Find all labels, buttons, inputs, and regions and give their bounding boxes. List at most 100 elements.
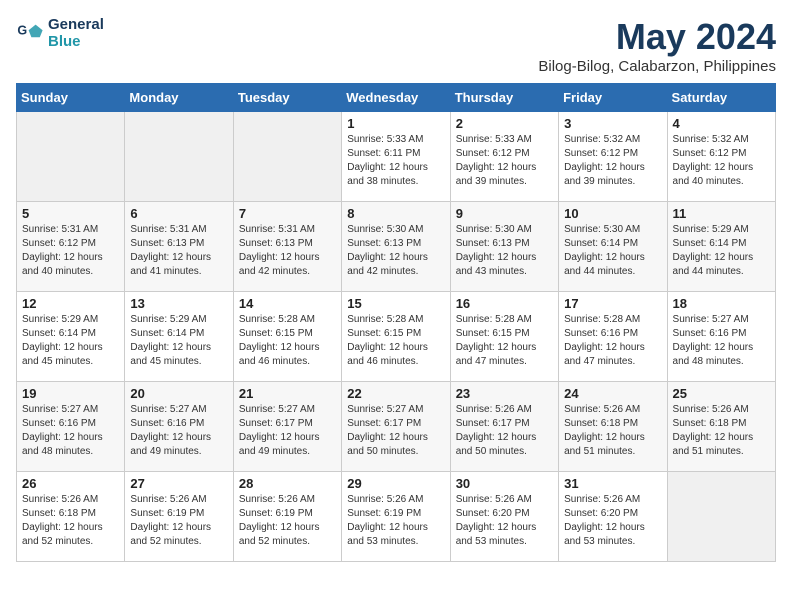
day-number: 17	[564, 296, 661, 311]
day-info: Sunrise: 5:29 AMSunset: 6:14 PMDaylight:…	[673, 223, 770, 279]
day-number: 21	[239, 386, 336, 401]
calendar-header: SundayMondayTuesdayWednesdayThursdayFrid…	[17, 84, 776, 112]
day-number: 9	[456, 206, 553, 221]
calendar-cell: 28 Sunrise: 5:26 AMSunset: 6:19 PMDayligh…	[233, 472, 341, 562]
day-info: Sunrise: 5:29 AMSunset: 6:14 PMDaylight:…	[130, 313, 227, 369]
calendar-cell: 14 Sunrise: 5:28 AMSunset: 6:15 PMDayligh…	[233, 292, 341, 382]
calendar-cell	[17, 112, 125, 202]
weekday-header: Saturday	[667, 84, 775, 112]
day-info: Sunrise: 5:31 AMSunset: 6:13 PMDaylight:…	[239, 223, 336, 279]
calendar-cell: 7 Sunrise: 5:31 AMSunset: 6:13 PMDaylight…	[233, 202, 341, 292]
calendar-cell: 21 Sunrise: 5:27 AMSunset: 6:17 PMDayligh…	[233, 382, 341, 472]
calendar-cell: 10 Sunrise: 5:30 AMSunset: 6:14 PMDayligh…	[559, 202, 667, 292]
calendar-cell: 9 Sunrise: 5:30 AMSunset: 6:13 PMDaylight…	[450, 202, 558, 292]
day-number: 5	[22, 206, 119, 221]
calendar-cell: 5 Sunrise: 5:31 AMSunset: 6:12 PMDaylight…	[17, 202, 125, 292]
calendar-table: SundayMondayTuesdayWednesdayThursdayFrid…	[16, 83, 776, 562]
day-info: Sunrise: 5:27 AMSunset: 6:16 PMDaylight:…	[130, 403, 227, 459]
calendar-title: May 2024	[538, 16, 776, 58]
day-number: 26	[22, 476, 119, 491]
day-info: Sunrise: 5:26 AMSunset: 6:17 PMDaylight:…	[456, 403, 553, 459]
calendar-week-row: 5 Sunrise: 5:31 AMSunset: 6:12 PMDaylight…	[17, 202, 776, 292]
day-info: Sunrise: 5:26 AMSunset: 6:19 PMDaylight:…	[239, 493, 336, 549]
day-info: Sunrise: 5:27 AMSunset: 6:17 PMDaylight:…	[347, 403, 444, 459]
calendar-cell: 15Sunrise: 5:28 AMSunset: 6:15 PMDayligh…	[342, 292, 450, 382]
day-info: Sunrise: 5:30 AMSunset: 6:13 PMDaylight:…	[456, 223, 553, 279]
calendar-cell: 3 Sunrise: 5:32 AMSunset: 6:12 PMDaylight…	[559, 112, 667, 202]
calendar-cell: 2 Sunrise: 5:33 AMSunset: 6:12 PMDaylight…	[450, 112, 558, 202]
day-info: Sunrise: 5:27 AMSunset: 6:17 PMDaylight:…	[239, 403, 336, 459]
svg-text:G: G	[17, 23, 27, 37]
day-number: 16	[456, 296, 553, 311]
day-number: 7	[239, 206, 336, 221]
calendar-cell: 31 Sunrise: 5:26 AMSunset: 6:20 PMDayligh…	[559, 472, 667, 562]
day-info: Sunrise: 5:33 AMSunset: 6:12 PMDaylight:…	[456, 133, 553, 189]
weekday-header: Monday	[125, 84, 233, 112]
day-info: Sunrise: 5:30 AMSunset: 6:14 PMDaylight:…	[564, 223, 661, 279]
calendar-cell: 22Sunrise: 5:27 AMSunset: 6:17 PMDayligh…	[342, 382, 450, 472]
day-info: Sunrise: 5:27 AMSunset: 6:16 PMDaylight:…	[673, 313, 770, 369]
day-info: Sunrise: 5:33 AMSunset: 6:11 PMDaylight:…	[347, 133, 444, 189]
calendar-subtitle: Bilog-Bilog, Calabarzon, Philippines	[538, 58, 776, 75]
logo-icon: G	[16, 19, 44, 47]
weekday-header: Thursday	[450, 84, 558, 112]
weekday-header: Sunday	[17, 84, 125, 112]
calendar-cell: 11 Sunrise: 5:29 AMSunset: 6:14 PMDayligh…	[667, 202, 775, 292]
calendar-cell: 4Sunrise: 5:32 AMSunset: 6:12 PMDaylight…	[667, 112, 775, 202]
day-number: 3	[564, 116, 661, 131]
day-info: Sunrise: 5:26 AMSunset: 6:19 PMDaylight:…	[130, 493, 227, 549]
title-block: May 2024 Bilog-Bilog, Calabarzon, Philip…	[538, 16, 776, 75]
day-info: Sunrise: 5:28 AMSunset: 6:16 PMDaylight:…	[564, 313, 661, 369]
day-number: 19	[22, 386, 119, 401]
calendar-cell: 30Sunrise: 5:26 AMSunset: 6:20 PMDayligh…	[450, 472, 558, 562]
calendar-cell	[125, 112, 233, 202]
day-number: 4	[673, 116, 770, 131]
calendar-week-row: 26 Sunrise: 5:26 AMSunset: 6:18 PMDayligh…	[17, 472, 776, 562]
calendar-cell: 23Sunrise: 5:26 AMSunset: 6:17 PMDayligh…	[450, 382, 558, 472]
day-number: 2	[456, 116, 553, 131]
day-number: 31	[564, 476, 661, 491]
day-number: 1	[347, 116, 444, 131]
logo-text: General Blue	[48, 16, 104, 50]
day-info: Sunrise: 5:27 AMSunset: 6:16 PMDaylight:…	[22, 403, 119, 459]
day-number: 12	[22, 296, 119, 311]
calendar-cell: 29 Sunrise: 5:26 AMSunset: 6:19 PMDayligh…	[342, 472, 450, 562]
day-info: Sunrise: 5:28 AMSunset: 6:15 PMDaylight:…	[239, 313, 336, 369]
calendar-week-row: 1 Sunrise: 5:33 AMSunset: 6:11 PMDaylight…	[17, 112, 776, 202]
day-info: Sunrise: 5:32 AMSunset: 6:12 PMDaylight:…	[564, 133, 661, 189]
day-info: Sunrise: 5:26 AMSunset: 6:20 PMDaylight:…	[564, 493, 661, 549]
day-info: Sunrise: 5:31 AMSunset: 6:12 PMDaylight:…	[22, 223, 119, 279]
day-info: Sunrise: 5:26 AMSunset: 6:20 PMDaylight:…	[456, 493, 553, 549]
day-number: 6	[130, 206, 227, 221]
calendar-cell: 27 Sunrise: 5:26 AMSunset: 6:19 PMDayligh…	[125, 472, 233, 562]
calendar-week-row: 12 Sunrise: 5:29 AMSunset: 6:14 PMDayligh…	[17, 292, 776, 382]
weekday-header: Friday	[559, 84, 667, 112]
calendar-cell: 12 Sunrise: 5:29 AMSunset: 6:14 PMDayligh…	[17, 292, 125, 382]
day-number: 20	[130, 386, 227, 401]
day-info: Sunrise: 5:29 AMSunset: 6:14 PMDaylight:…	[22, 313, 119, 369]
page-header: G General Blue May 2024 Bilog-Bilog, Cal…	[16, 16, 776, 75]
day-info: Sunrise: 5:28 AMSunset: 6:15 PMDaylight:…	[456, 313, 553, 369]
day-info: Sunrise: 5:26 AMSunset: 6:18 PMDaylight:…	[22, 493, 119, 549]
day-number: 8	[347, 206, 444, 221]
calendar-cell	[667, 472, 775, 562]
day-info: Sunrise: 5:26 AMSunset: 6:18 PMDaylight:…	[673, 403, 770, 459]
day-number: 29	[347, 476, 444, 491]
day-number: 10	[564, 206, 661, 221]
day-info: Sunrise: 5:26 AMSunset: 6:19 PMDaylight:…	[347, 493, 444, 549]
calendar-cell: 16 Sunrise: 5:28 AMSunset: 6:15 PMDayligh…	[450, 292, 558, 382]
calendar-cell: 1 Sunrise: 5:33 AMSunset: 6:11 PMDaylight…	[342, 112, 450, 202]
day-number: 27	[130, 476, 227, 491]
day-number: 14	[239, 296, 336, 311]
day-info: Sunrise: 5:31 AMSunset: 6:13 PMDaylight:…	[130, 223, 227, 279]
calendar-cell: 13Sunrise: 5:29 AMSunset: 6:14 PMDayligh…	[125, 292, 233, 382]
weekday-header: Wednesday	[342, 84, 450, 112]
day-info: Sunrise: 5:26 AMSunset: 6:18 PMDaylight:…	[564, 403, 661, 459]
logo: G General Blue	[16, 16, 104, 50]
calendar-cell: 25Sunrise: 5:26 AMSunset: 6:18 PMDayligh…	[667, 382, 775, 472]
calendar-cell: 18 Sunrise: 5:27 AMSunset: 6:16 PMDayligh…	[667, 292, 775, 382]
day-number: 28	[239, 476, 336, 491]
day-number: 11	[673, 206, 770, 221]
day-number: 18	[673, 296, 770, 311]
calendar-cell: 24Sunrise: 5:26 AMSunset: 6:18 PMDayligh…	[559, 382, 667, 472]
